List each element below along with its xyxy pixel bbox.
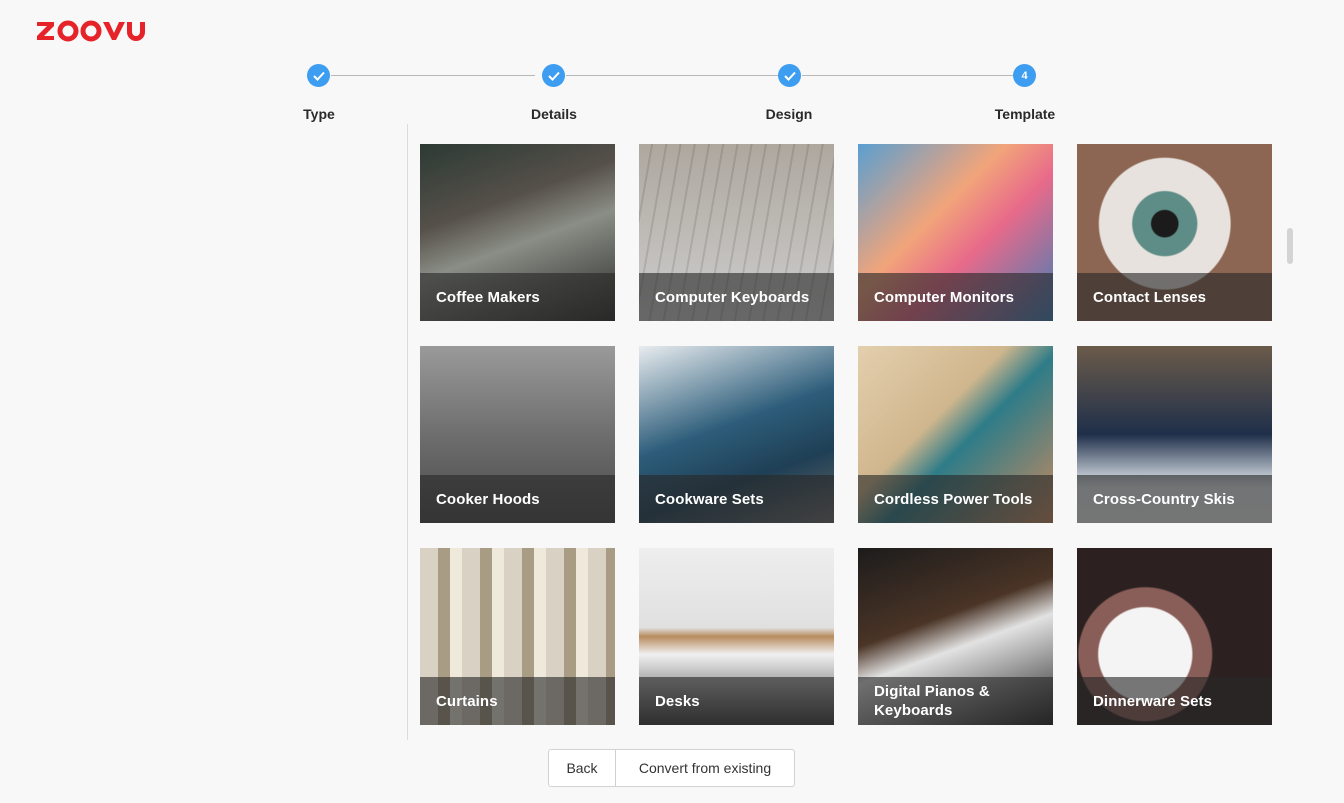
sidebar-divider [407,124,408,740]
template-label: Computer Monitors [874,288,1015,306]
template-card[interactable]: Cordless Power Tools [858,346,1053,523]
template-card[interactable]: Curtains [420,548,615,725]
template-label: Cookware Sets [655,490,764,508]
step-4-number[interactable]: 4 [1013,64,1036,87]
convert-from-existing-button[interactable]: Convert from existing [616,749,795,787]
template-card[interactable]: Cookware Sets [639,346,834,523]
step-label-type: Type [303,106,335,122]
template-label: Contact Lenses [1093,288,1207,306]
step-2-check[interactable] [542,64,565,87]
template-label: Dinnerware Sets [1093,692,1213,710]
wizard-stepper: 4 Type Details Design Template [0,0,1344,130]
check-icon [312,71,325,81]
template-card[interactable]: Computer Keyboards [639,144,834,321]
step-label-details: Details [531,106,577,122]
step-label-template: Template [994,106,1056,122]
template-label: Computer Keyboards [655,288,810,306]
check-icon [783,71,796,81]
template-card[interactable]: Desks [639,548,834,725]
template-label: Curtains [436,692,498,710]
template-label: Cordless Power Tools [874,490,1033,508]
step-connector [331,75,535,76]
template-card[interactable]: Coffee Makers [420,144,615,321]
template-grid: Coffee Makers Computer Keyboards Compute… [420,144,1272,725]
back-button[interactable]: Back [548,749,616,787]
footer-actions: Back Convert from existing [548,749,795,787]
template-card[interactable]: Cooker Hoods [420,346,615,523]
step-connector [802,75,1013,76]
check-icon [547,71,560,81]
step-3-check[interactable] [778,64,801,87]
template-label: Coffee Makers [436,288,540,306]
template-card[interactable]: Contact Lenses [1077,144,1272,321]
page: 4 Type Details Design Template Coffee Ma… [0,0,1344,803]
template-card[interactable]: Digital Pianos & Keyboards [858,548,1053,725]
step-connector [566,75,778,76]
step-1-check[interactable] [307,64,330,87]
template-label: Cross-Country Skis [1093,490,1235,508]
template-label: Digital Pianos & Keyboards [874,683,990,719]
template-label: Cooker Hoods [436,490,540,508]
template-card[interactable]: Computer Monitors [858,144,1053,321]
template-label: Desks [655,692,700,710]
template-card[interactable]: Cross-Country Skis [1077,346,1272,523]
template-card[interactable]: Dinnerware Sets [1077,548,1272,725]
step-label-design: Design [765,106,813,122]
scrollbar-thumb[interactable] [1287,228,1293,264]
